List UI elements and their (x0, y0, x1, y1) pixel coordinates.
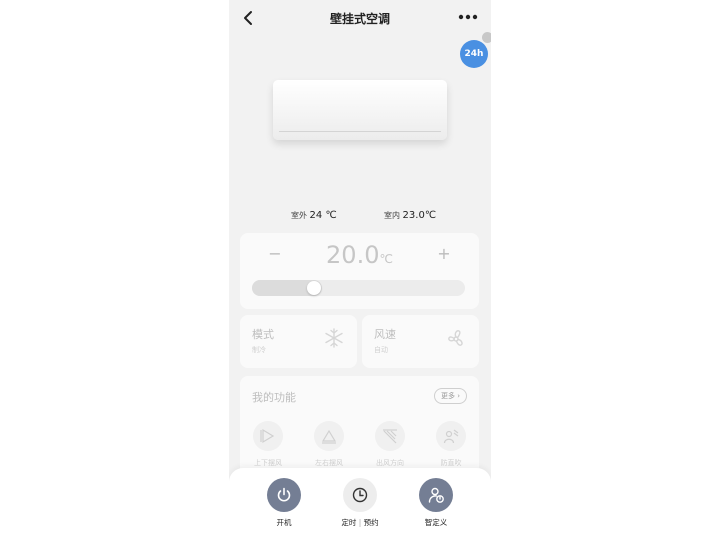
mode-card[interactable]: 模式 制冷 (240, 315, 357, 368)
24h-service-badge[interactable]: 24h (460, 40, 488, 68)
increase-temp-button[interactable]: + (433, 243, 455, 265)
power-icon (267, 478, 301, 512)
custom-label: 智定义 (424, 518, 448, 527)
airflow-direction-icon (375, 421, 405, 451)
indoor-temp-label: 室内 (384, 211, 400, 220)
function-airflow-direction[interactable]: 出风方向 (370, 421, 410, 468)
horizontal-swing-icon (314, 421, 344, 451)
temperature-control-card: − 20.0℃ + (240, 233, 479, 309)
function-horizontal-swing[interactable]: 左右摆风 (309, 421, 349, 468)
anti-direct-blow-icon (436, 421, 466, 451)
mode-label: 模式 (252, 328, 274, 341)
app-screen: 壁挂式空调 24h 室外 24 ℃ 室内 23.0℃ − 20.0℃ + 模式 (229, 0, 491, 540)
vertical-swing-icon (253, 421, 283, 451)
fan-icon (448, 330, 463, 346)
timer-label: 定时 | 预约 (341, 518, 379, 527)
function-label: 防直吹 (440, 459, 462, 467)
function-label: 上下摆风 (254, 459, 282, 467)
timer-button[interactable]: 定时 | 预约 (330, 478, 390, 528)
badge-close-icon[interactable] (482, 32, 491, 43)
more-options-icon[interactable] (457, 9, 479, 25)
snowflake-icon (325, 328, 343, 348)
temp-slider[interactable] (252, 280, 465, 296)
clock-icon (343, 478, 377, 512)
fan-speed-value: 自动 (374, 346, 388, 354)
page-title: 壁挂式空调 (329, 12, 390, 26)
mode-value: 制冷 (252, 346, 266, 354)
temp-slider-thumb[interactable] (307, 281, 321, 295)
outdoor-temp-label: 室外 (291, 211, 307, 220)
functions-title: 我的功能 (252, 391, 296, 404)
fan-speed-label: 风速 (374, 328, 396, 341)
outdoor-temp: 室外 24 ℃ (291, 210, 337, 221)
custom-button[interactable]: 智定义 (406, 478, 466, 528)
indoor-temp: 室内 23.0℃ (384, 210, 436, 221)
function-anti-direct-blow[interactable]: 防直吹 (431, 421, 471, 468)
function-vertical-swing[interactable]: 上下摆风 (248, 421, 288, 468)
bottom-action-bar: 开机 定时 | 预约 智定义 (229, 468, 491, 540)
timer-label-b: 预约 (363, 518, 379, 527)
more-functions-button[interactable]: 更多 › (433, 388, 467, 404)
outdoor-temp-value: 24 ℃ (309, 210, 337, 221)
top-bar: 壁挂式空调 (229, 0, 491, 38)
badge-label: 24h (464, 49, 484, 59)
power-button[interactable]: 开机 (254, 478, 314, 528)
indoor-temp-value: 23.0℃ (402, 210, 437, 221)
setpoint-value: 20.0 (326, 241, 380, 269)
setpoint-unit: ℃ (379, 252, 393, 266)
more-functions-label: 更多 (440, 392, 455, 400)
ac-unit-image (273, 80, 447, 140)
ac-vent (279, 131, 441, 136)
power-label: 开机 (276, 518, 292, 527)
fan-speed-card[interactable]: 风速 自动 (362, 315, 479, 368)
user-power-icon (419, 478, 453, 512)
timer-label-a: 定时 (341, 518, 357, 527)
function-label: 出风方向 (376, 459, 404, 467)
function-label: 左右摆风 (315, 459, 343, 467)
temperature-readouts: 室外 24 ℃ 室内 23.0℃ (229, 210, 491, 224)
